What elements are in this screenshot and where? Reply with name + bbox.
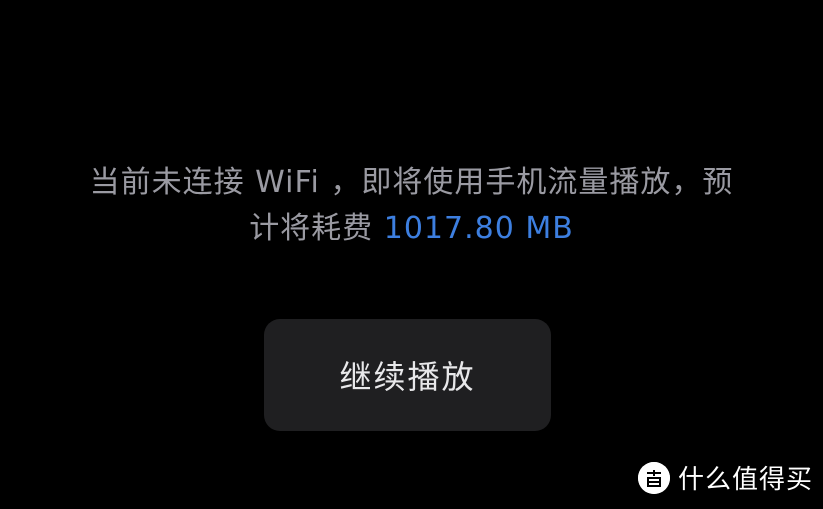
smzdm-logo-icon [637,461,670,494]
logo-glyph-icon [637,461,670,494]
watermark: 什么值得买 [637,459,813,496]
warning-estimate-prefix: 计将耗费 [249,211,384,246]
data-usage-amount: 1017.80 MB [383,211,574,246]
continue-playback-button[interactable]: 继续播放 [264,319,551,431]
warning-line-2: 计将耗费 1017.80 MB [0,206,823,252]
cellular-data-warning: 当前未连接 WiFi ，即将使用手机流量播放，预 计将耗费 1017.80 MB [0,160,823,252]
watermark-text: 什么值得买 [677,465,813,495]
warning-line-1: 当前未连接 WiFi ，即将使用手机流量播放，预 [89,165,734,200]
